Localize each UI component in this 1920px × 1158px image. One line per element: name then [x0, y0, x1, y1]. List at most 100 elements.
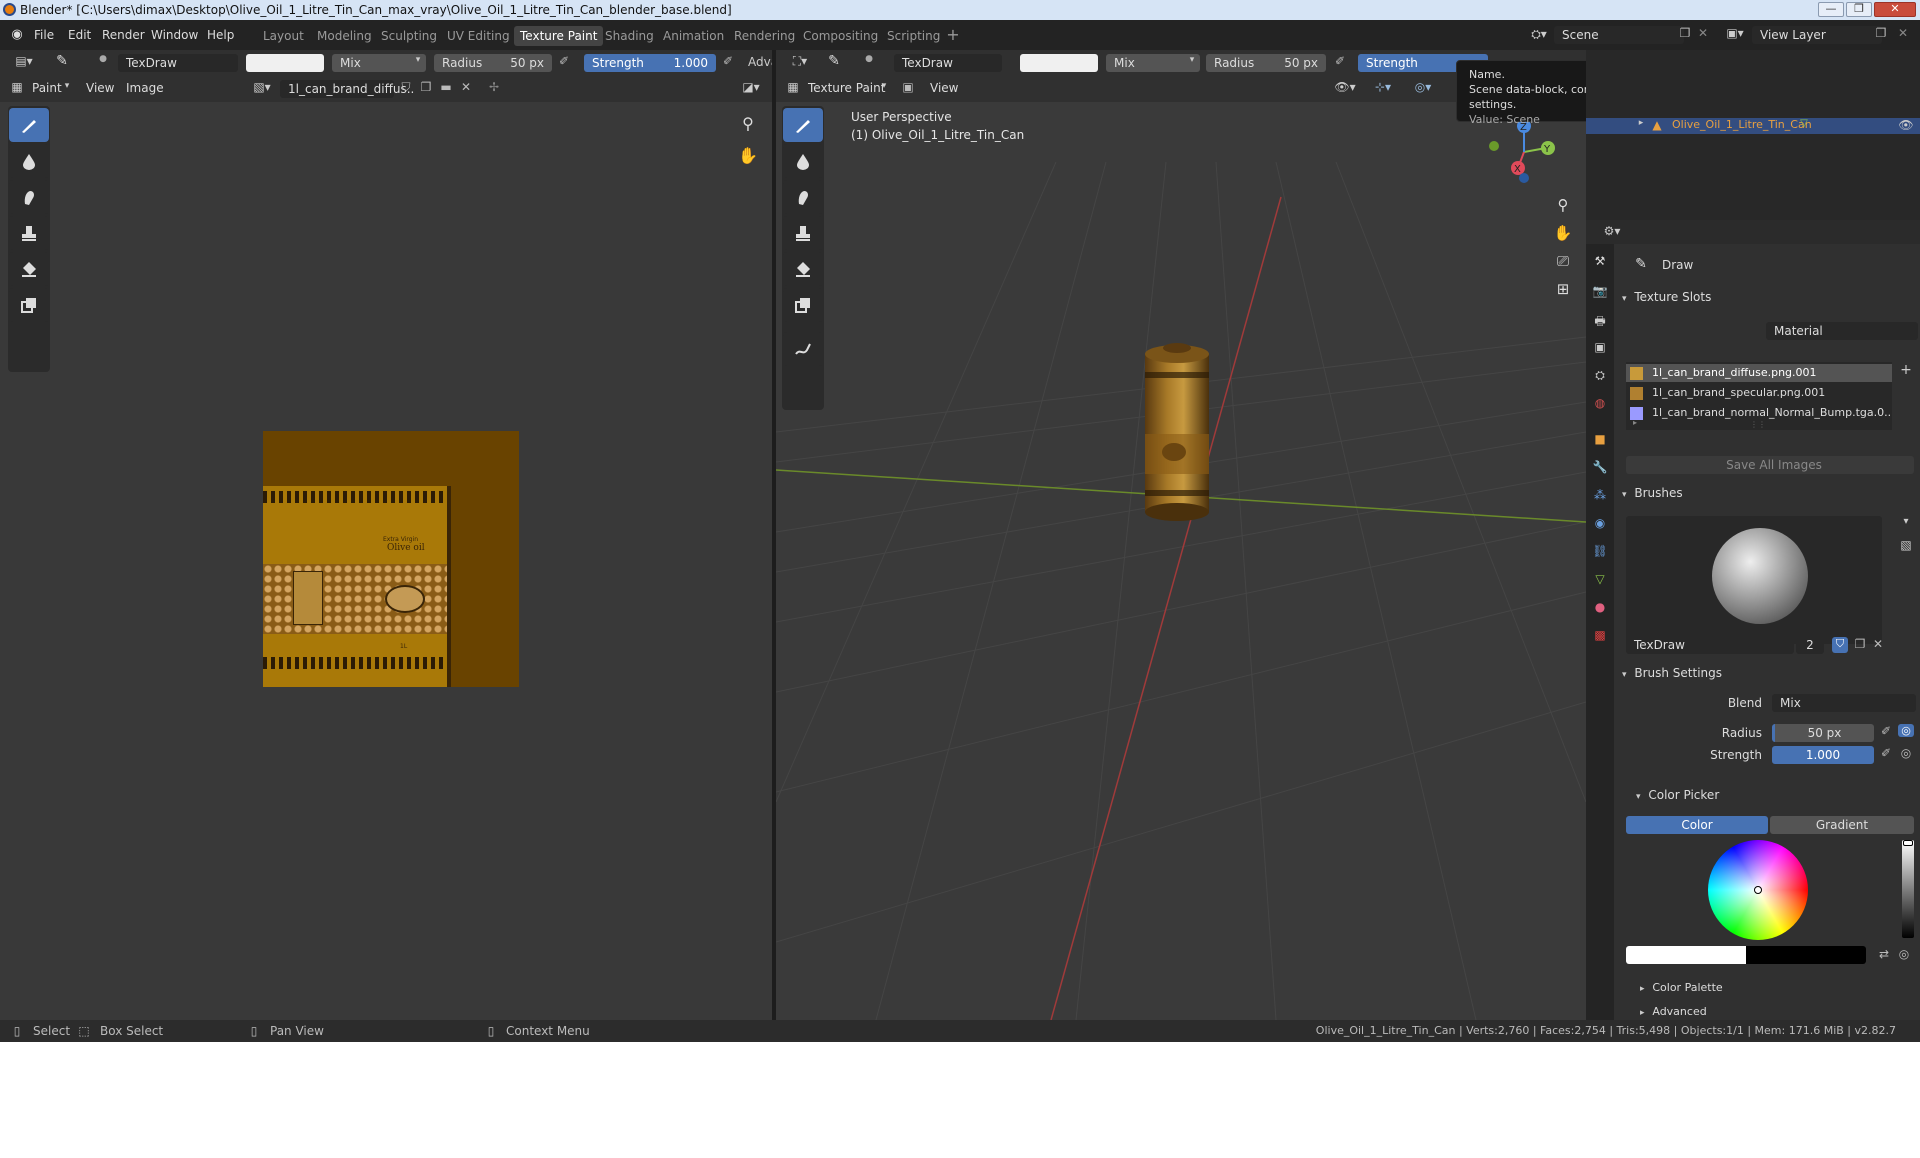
radius-field[interactable]: 50 px [1772, 724, 1874, 742]
tab-gradient[interactable]: Gradient [1770, 816, 1914, 834]
color-wheel[interactable] [1708, 840, 1808, 940]
fill-tool-button[interactable] [9, 252, 49, 286]
brush-name-field[interactable]: TexDraw [1626, 636, 1794, 654]
visibility-icon[interactable]: 👁▾ [1332, 80, 1358, 94]
tab-scripting[interactable]: Scripting [881, 26, 946, 46]
oil-can-object[interactable] [1145, 343, 1209, 521]
unlink-image-icon[interactable]: ✕ [458, 80, 474, 94]
editor-type-icon[interactable]: ⛶▾ [786, 54, 814, 69]
chevron-down-icon[interactable]: ▾ [1898, 516, 1914, 527]
menu-image[interactable]: Image [126, 81, 164, 95]
radius-field[interactable]: Radius 50 px [1206, 54, 1326, 72]
fake-user-icon[interactable]: ⛉ [398, 80, 414, 95]
world-tab-icon[interactable]: ◍ [1592, 396, 1608, 410]
texture-slot-row[interactable]: 1l_can_brand_diffuse.png.001 [1626, 364, 1892, 382]
face-mask-icon[interactable]: ▣ [900, 80, 916, 94]
tab-modeling[interactable]: Modeling [311, 26, 378, 46]
physics-tab-icon[interactable]: ◉ [1592, 516, 1608, 530]
outliner-row-selected[interactable]: ▸ ▲ Olive_Oil_1_Litre_Tin_Can ▽ 👁 [1586, 118, 1920, 134]
fill-tool-button[interactable] [783, 252, 823, 286]
open-image-icon[interactable]: ▬ [438, 80, 454, 94]
paint-mode-dropdown[interactable]: Paint [32, 81, 62, 95]
save-all-images-button[interactable]: Save All Images [1626, 456, 1914, 474]
soften-tool-button[interactable] [9, 144, 49, 178]
value-slider-handle[interactable] [1903, 840, 1913, 846]
color-palette-header[interactable]: ▸ Color Palette [1640, 980, 1912, 1000]
render-tab-icon[interactable]: 📷 [1592, 284, 1608, 298]
material-tab-icon[interactable]: ● [1592, 600, 1608, 614]
minimize-button[interactable]: — [1818, 2, 1844, 17]
tool-tab-icon[interactable]: ⚒ [1592, 254, 1608, 268]
view-layer-field[interactable]: View Layer [1752, 26, 1882, 44]
clone-tool-button[interactable] [9, 216, 49, 250]
view-layer-icon[interactable]: ▣▾ [1722, 26, 1748, 40]
smear-tool-button[interactable] [783, 180, 823, 214]
tab-compositing[interactable]: Compositing [797, 26, 884, 46]
clone-tool-button[interactable] [783, 216, 823, 250]
overlay-toggle-icon[interactable]: ◎▾ [1408, 80, 1438, 94]
pin-icon[interactable]: ✢ [486, 80, 502, 94]
data-tab-icon[interactable]: ▽ [1592, 572, 1608, 586]
primary-secondary-color-swatch[interactable] [1626, 946, 1866, 964]
mode-dropdown[interactable]: Texture Paint [808, 81, 885, 95]
brush-name-field[interactable]: TexDraw [894, 54, 1002, 72]
close-button[interactable]: ✕ [1874, 2, 1916, 17]
strength-field[interactable]: 1.000 [1772, 746, 1874, 764]
menu-edit[interactable]: Edit [68, 20, 91, 50]
brush-name-field[interactable]: TexDraw [118, 54, 238, 72]
tab-uv-editing[interactable]: UV Editing [441, 26, 516, 46]
brush-icon[interactable]: ✎ [824, 53, 844, 69]
particles-tab-icon[interactable]: ⁂ [1592, 488, 1608, 502]
new-view-layer-icon[interactable]: ❐ [1874, 26, 1888, 40]
soften-tool-button[interactable] [783, 144, 823, 178]
menu-view[interactable]: View [86, 81, 114, 95]
visibility-icon[interactable]: 👁 [1898, 118, 1914, 132]
zoom-icon[interactable]: ⚲ [736, 114, 760, 138]
pressure-icon[interactable]: ✐ [556, 54, 572, 68]
editor-type-icon[interactable]: ▤▾ [10, 54, 38, 72]
menu-view[interactable]: View [930, 81, 958, 95]
unified-color-icon[interactable]: ◎ [1896, 947, 1912, 961]
annotate-tool-button[interactable] [783, 332, 823, 366]
draw-tool-button[interactable] [9, 108, 49, 142]
unified-radius-icon[interactable]: ◎ [1898, 724, 1914, 737]
blender-menu-icon[interactable]: ◉ [8, 27, 26, 43]
menu-help[interactable]: Help [207, 20, 234, 50]
maximize-button[interactable]: ❐ [1846, 2, 1872, 17]
value-slider[interactable] [1902, 840, 1914, 938]
scene-tab-icon[interactable]: ⛭ [1592, 368, 1608, 383]
texture-tab-icon[interactable]: ▩ [1592, 628, 1608, 642]
color-wheel-cursor[interactable] [1754, 886, 1762, 894]
new-image-icon[interactable]: ❐ [418, 80, 434, 94]
delete-scene-icon[interactable]: ✕ [1696, 26, 1710, 40]
tab-texture-paint[interactable]: Texture Paint [514, 26, 604, 46]
add-slot-icon[interactable]: + [1898, 362, 1914, 378]
brush-users-count[interactable]: 2 [1796, 636, 1824, 654]
texture-slots-header[interactable]: ▾ Texture Slots [1622, 290, 1914, 310]
blend-dropdown[interactable]: Mix [1772, 694, 1916, 712]
color-picker-header[interactable]: ▾ Color Picker [1636, 788, 1912, 808]
pressure-icon[interactable]: ✐ [720, 54, 736, 68]
menu-file[interactable]: File [34, 20, 54, 50]
expand-arrow-icon[interactable]: ▸ [1636, 118, 1646, 128]
scene-name-field[interactable]: Scene [1554, 26, 1684, 44]
new-scene-icon[interactable]: ❐ [1678, 26, 1692, 40]
image-name-field[interactable]: 1l_can_brand_diffus.. [280, 80, 414, 98]
tab-layout[interactable]: Layout [257, 26, 310, 46]
brush-image-icon[interactable]: ▧ [1898, 538, 1914, 552]
list-expand-icon[interactable]: ▸ [1630, 418, 1640, 427]
scene-selector-icon[interactable]: ⛭▾ [1526, 27, 1552, 43]
pressure-icon[interactable]: ✐ [1878, 746, 1894, 760]
draw-tool-button[interactable] [783, 108, 823, 142]
modifier-tab-icon[interactable]: 🔧 [1592, 460, 1608, 474]
smear-tool-button[interactable] [9, 180, 49, 214]
brush-icon[interactable]: ✎ [52, 53, 72, 73]
fake-user-icon[interactable]: ⛉ [1832, 637, 1848, 653]
color-swatch[interactable] [1020, 54, 1098, 72]
perspective-grid-icon[interactable]: ⊞ [1551, 280, 1575, 298]
camera-icon[interactable]: ⎚ [1551, 252, 1575, 270]
mask-tool-button[interactable] [9, 288, 49, 322]
mask-tool-button[interactable] [783, 288, 823, 322]
brush-settings-header[interactable]: ▾ Brush Settings [1622, 666, 1914, 686]
menu-window[interactable]: Window [151, 20, 198, 50]
